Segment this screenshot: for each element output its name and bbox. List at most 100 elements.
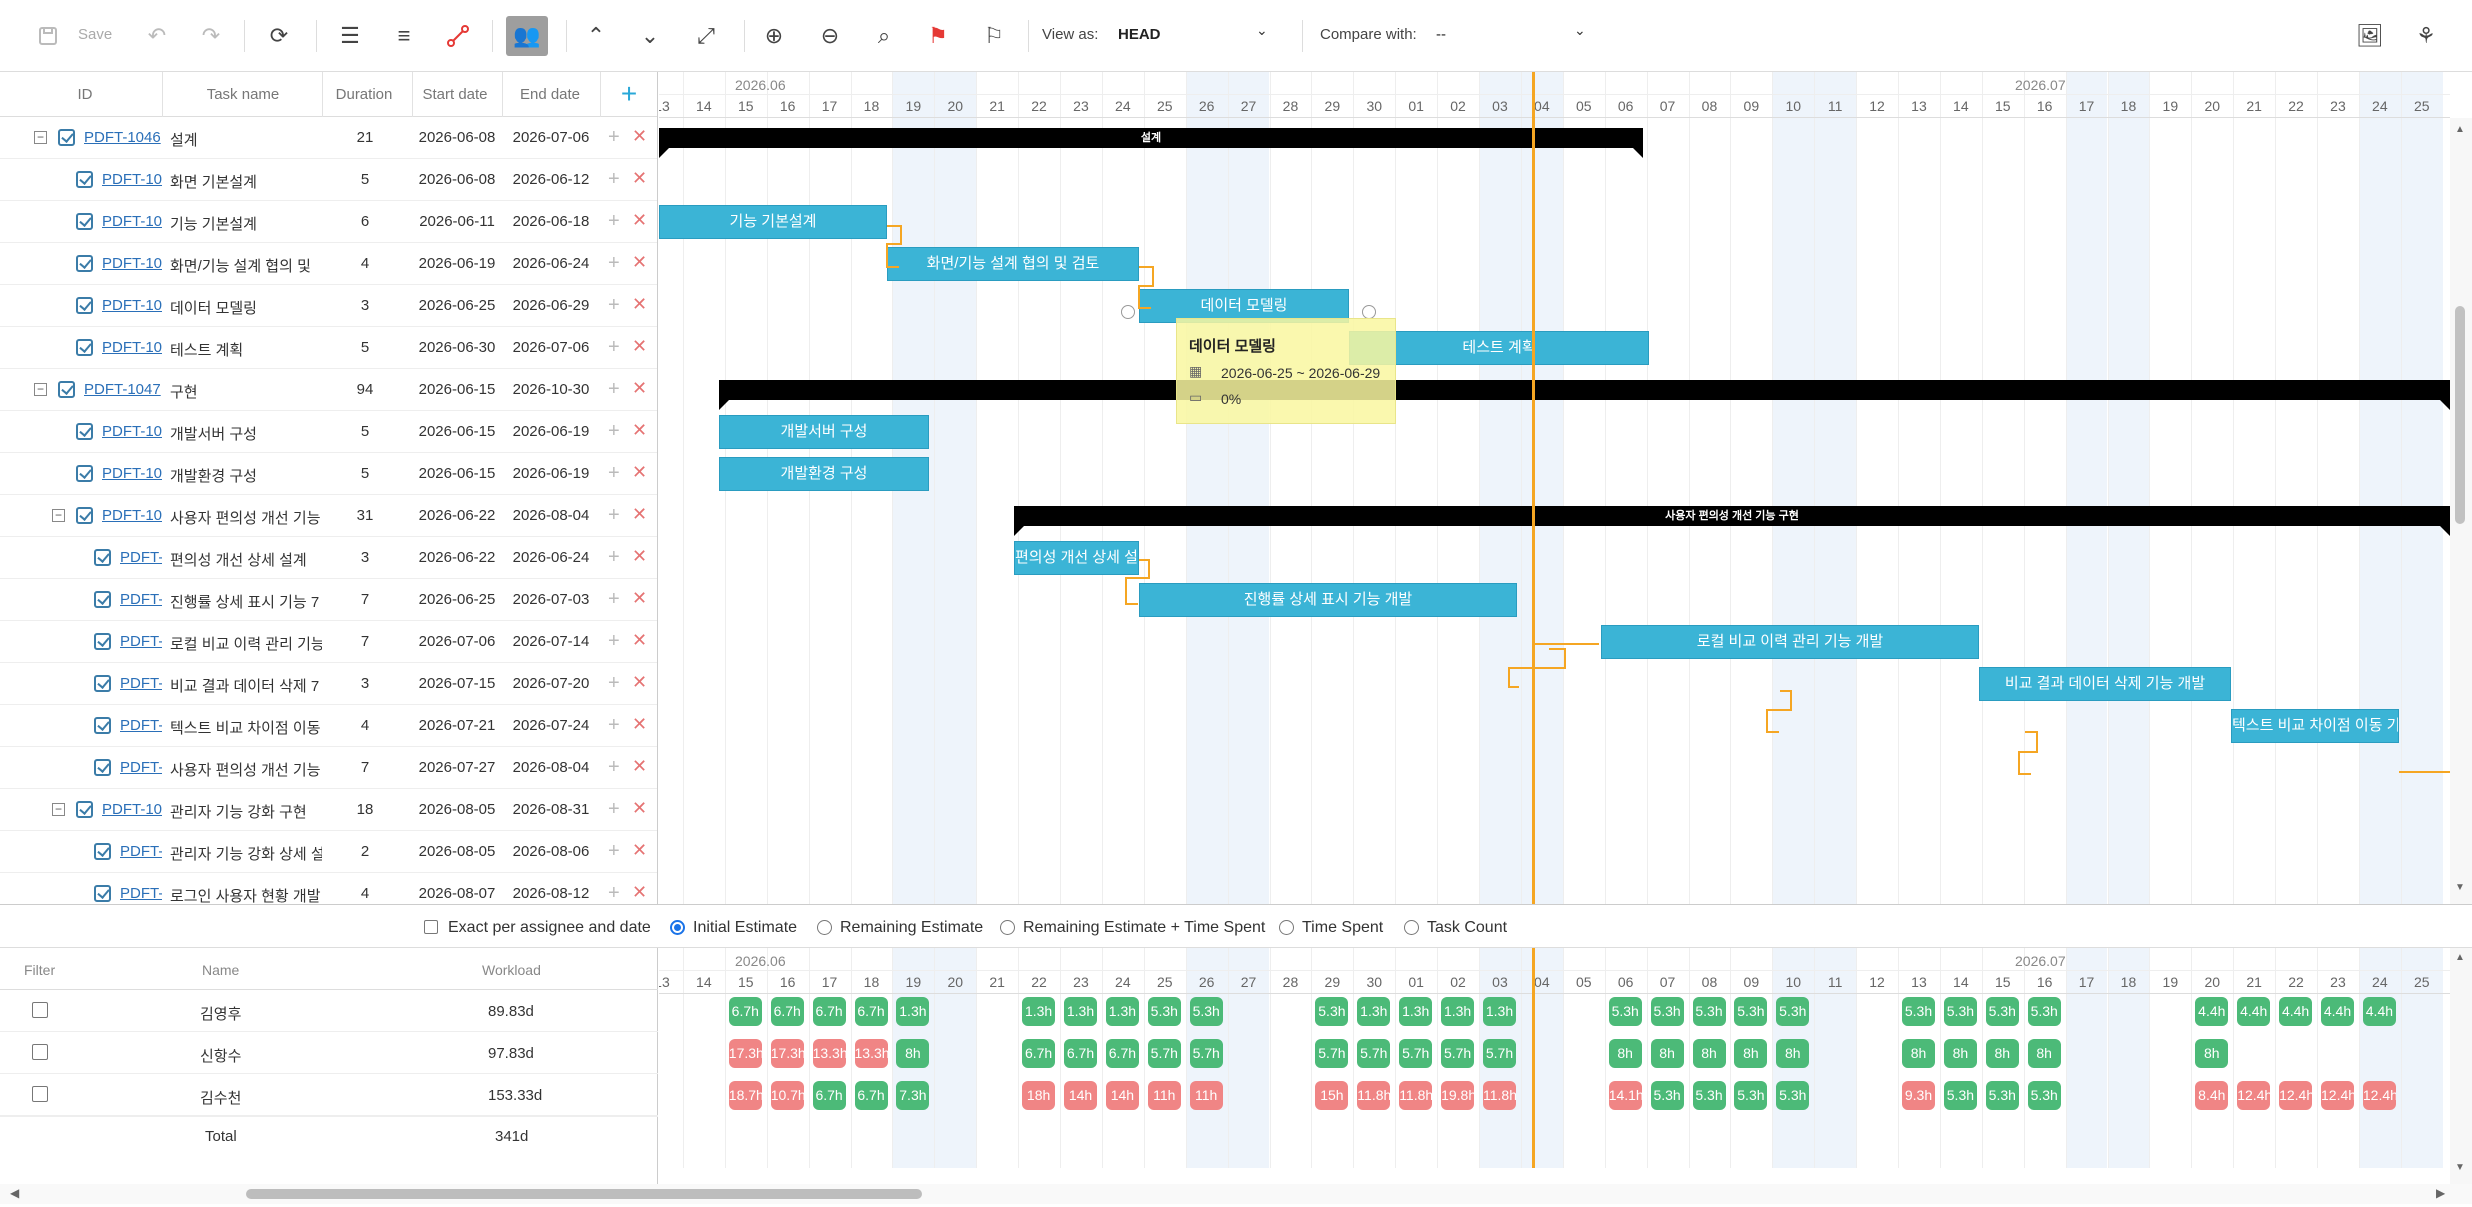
workload-cell[interactable]: 6.7h: [812, 997, 846, 1026]
workload-cell[interactable]: 6.7h: [728, 997, 762, 1026]
workload-cell[interactable]: 4.4h: [2195, 997, 2229, 1026]
task-row[interactable]: PDFT- 비교 결과 데이터 삭제 7 3 2026-07-15 2026-07-20…: [0, 663, 657, 705]
task-checkbox-icon[interactable]: [94, 717, 111, 734]
workload-cell[interactable]: 5.3h: [1608, 997, 1642, 1026]
workload-cell[interactable]: 11.8h: [1399, 1081, 1433, 1110]
fullscreen-icon[interactable]: ⤢: [690, 18, 722, 54]
workload-cell[interactable]: 8h: [1734, 1039, 1768, 1068]
workload-cell[interactable]: 4.4h: [2362, 997, 2396, 1026]
compare-with-select[interactable]: --: [1436, 26, 1446, 54]
add-subtask-icon[interactable]: +: [608, 546, 620, 569]
task-row[interactable]: PDFT- 진행률 상세 표시 기능 7 7 2026-06-25 2026-07-03…: [0, 579, 657, 621]
col-duration-header[interactable]: Duration: [326, 86, 402, 103]
task-checkbox-icon[interactable]: [76, 339, 93, 356]
workload-cell[interactable]: 8h: [1943, 1039, 1977, 1068]
workload-cell[interactable]: 18.7h: [728, 1081, 762, 1110]
exact-checkbox[interactable]: [424, 920, 438, 934]
task-row[interactable]: − PDFT-1047 구현 94 2026-06-15 2026-10-30 + ✕: [0, 369, 657, 411]
link-path-icon[interactable]: [442, 18, 474, 54]
assignee-filter-checkbox[interactable]: [32, 1002, 48, 1018]
workload-cell[interactable]: 1.3h: [1483, 997, 1516, 1026]
radio-remaining-time-spent[interactable]: [1000, 920, 1015, 935]
workload-cell[interactable]: 5.3h: [1692, 1081, 1726, 1110]
collapse-toggle-icon[interactable]: −: [52, 509, 65, 522]
add-task-icon[interactable]: +: [612, 78, 646, 110]
task-id-link[interactable]: PDFT-10(: [102, 507, 162, 524]
workload-cell[interactable]: 5.3h: [1776, 1081, 1810, 1110]
add-subtask-icon[interactable]: +: [608, 798, 620, 821]
workload-cell[interactable]: 8h: [896, 1039, 930, 1068]
delete-task-icon[interactable]: ✕: [632, 462, 647, 483]
task-id-link[interactable]: PDFT-10!: [102, 213, 162, 230]
task-id-link[interactable]: PDFT-: [120, 843, 162, 860]
task-id-link[interactable]: PDFT-1046: [84, 129, 162, 146]
assignee-filter-checkbox[interactable]: [32, 1044, 48, 1060]
task-row[interactable]: PDFT- 로컬 비교 이력 관리 기능 7 2026-07-06 2026-07-14…: [0, 621, 657, 663]
workload-cell[interactable]: 4.4h: [2321, 997, 2354, 1026]
task-checkbox-icon[interactable]: [76, 213, 93, 230]
workload-cell[interactable]: 11h: [1147, 1081, 1181, 1110]
workload-cell[interactable]: 5.3h: [1650, 1081, 1684, 1110]
task-checkbox-icon[interactable]: [94, 591, 111, 608]
workload-cell[interactable]: 17.3h: [728, 1039, 762, 1068]
workload-cell[interactable]: 5.3h: [1734, 997, 1768, 1026]
col-start-header[interactable]: Start date: [412, 86, 498, 103]
workload-cell[interactable]: 8h: [1650, 1039, 1684, 1068]
filter-sliders-icon[interactable]: ≡: [388, 18, 420, 54]
workload-cell[interactable]: 13.3h: [812, 1039, 846, 1068]
redo-icon[interactable]: ↷: [196, 18, 226, 54]
delete-task-icon[interactable]: ✕: [632, 798, 647, 819]
workload-cell[interactable]: 12.4h: [2279, 1081, 2313, 1110]
delete-task-icon[interactable]: ✕: [632, 210, 647, 231]
task-row[interactable]: − PDFT-10(관리자 기능 강화 구현 18 2026-08-05 2026-08…: [0, 789, 657, 831]
workload-cell[interactable]: 5.3h: [1315, 997, 1349, 1026]
add-subtask-icon[interactable]: +: [608, 672, 620, 695]
link-handle-right[interactable]: [1362, 305, 1376, 319]
task-id-link[interactable]: PDFT-10!: [102, 297, 162, 314]
add-subtask-icon[interactable]: +: [608, 294, 620, 317]
task-checkbox-icon[interactable]: [76, 423, 93, 440]
workload-cell[interactable]: 1.3h: [1105, 997, 1139, 1026]
zoom-out-icon[interactable]: ⊖: [814, 18, 846, 54]
task-id-link[interactable]: PDFT-10(: [102, 255, 162, 272]
task-checkbox-icon[interactable]: [76, 801, 93, 818]
workload-cell[interactable]: 5.3h: [1650, 997, 1684, 1026]
workload-cell[interactable]: 6.7h: [812, 1081, 846, 1110]
add-subtask-icon[interactable]: +: [608, 210, 620, 233]
scrollbar-thumb[interactable]: [2455, 306, 2465, 524]
zoom-fit-icon[interactable]: ⌕: [868, 18, 900, 54]
task-checkbox-icon[interactable]: [94, 633, 111, 650]
workload-cell[interactable]: 12.4h: [2321, 1081, 2354, 1110]
task-checkbox-icon[interactable]: [76, 297, 93, 314]
task-row[interactable]: PDFT-10! 테스트 계획 5 2026-06-30 2026-07-06 + ✕: [0, 327, 657, 369]
workload-cell[interactable]: 13.3h: [854, 1039, 888, 1068]
task-row[interactable]: PDFT-10(개발서버 구성 5 2026-06-15 2026-06-19 + ✕: [0, 411, 657, 453]
collapse-toggle-icon[interactable]: −: [52, 803, 65, 816]
delete-task-icon[interactable]: ✕: [632, 336, 647, 357]
delete-task-icon[interactable]: ✕: [632, 504, 647, 525]
workload-cell[interactable]: 5.7h: [1315, 1039, 1349, 1068]
task-checkbox-icon[interactable]: [94, 759, 111, 776]
workload-cell[interactable]: 5.3h: [1985, 997, 2019, 1026]
task-checkbox-icon[interactable]: [76, 507, 93, 524]
add-subtask-icon[interactable]: +: [608, 840, 620, 863]
task-checkbox-icon[interactable]: [58, 381, 75, 398]
task-checkbox-icon[interactable]: [58, 129, 75, 146]
workload-cell[interactable]: 8.4h: [2195, 1081, 2229, 1110]
delete-task-icon[interactable]: ✕: [632, 546, 647, 567]
delete-task-icon[interactable]: ✕: [632, 294, 647, 315]
export-pdf-icon[interactable]: ⚘: [2410, 18, 2442, 54]
expand-all-icon[interactable]: ⌃: [580, 18, 612, 54]
export-image-icon[interactable]: 🖼: [2354, 18, 2386, 54]
task-id-link[interactable]: PDFT-: [120, 675, 162, 692]
task-row[interactable]: PDFT- 로그인 사용자 현황 개발 4 2026-08-07 2026-08-12 +…: [0, 873, 657, 904]
add-subtask-icon[interactable]: +: [608, 378, 620, 401]
col-name-header[interactable]: Task name: [168, 86, 318, 103]
task-row[interactable]: PDFT-10! 데이터 모델링 3 2026-06-25 2026-06-29 + ✕: [0, 285, 657, 327]
workload-cell[interactable]: 5.7h: [1441, 1039, 1475, 1068]
horizontal-scrollbar[interactable]: ◀ ▶: [0, 1184, 2472, 1204]
task-id-link[interactable]: PDFT-10(: [102, 423, 162, 440]
add-subtask-icon[interactable]: +: [608, 714, 620, 737]
delete-task-icon[interactable]: ✕: [632, 672, 647, 693]
workload-cell[interactable]: 15h: [1315, 1081, 1349, 1110]
